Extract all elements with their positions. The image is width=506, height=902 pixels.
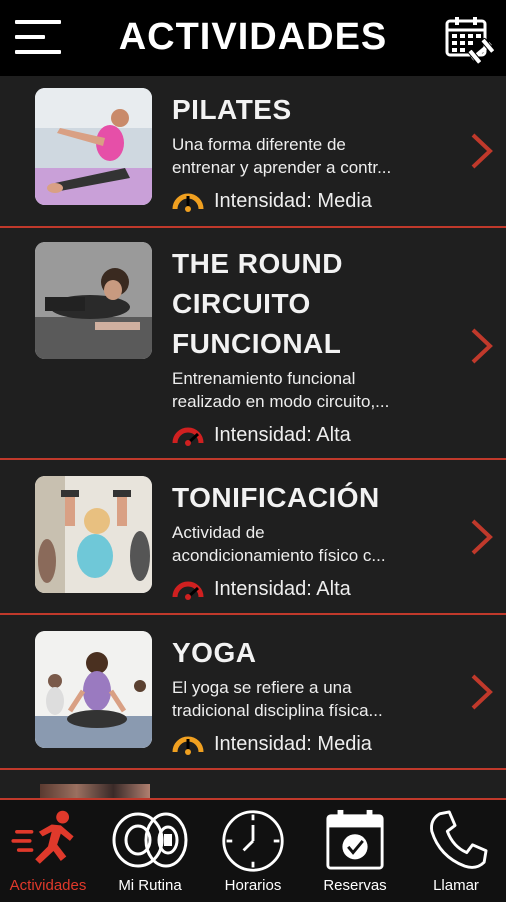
activity-list: PILATES Una forma diferente de entrenar … [0,76,506,798]
chevron-right-icon[interactable] [468,131,496,171]
activity-description-line-1: Entrenamiento funcional [172,369,356,388]
tab-reservas[interactable]: Reservas [305,800,405,902]
tab-mi-rutina[interactable]: Mi Rutina [100,800,200,902]
tab-llamar[interactable]: Llamar [406,800,506,902]
chevron-right-icon[interactable] [468,326,496,366]
activity-description: Entrenamiento funcional realizado en mod… [172,367,442,413]
activity-title-line-3: FUNCIONAL [172,328,342,359]
tab-horarios[interactable]: Horarios [203,800,303,902]
intensity-indicator: Intensidad: Alta [172,422,351,448]
activity-description-line-1: Una forma diferente de [172,135,346,154]
activity-description-line-2: realizado en modo circuito,... [172,392,390,411]
activity-description: Una forma diferente de entrenar y aprend… [172,133,442,179]
intensity-label: Intensidad: Media [214,732,372,755]
activity-description-line-2: entrenar y aprender a contr... [172,158,392,177]
tab-label: Mi Rutina [118,877,182,894]
tab-actividades[interactable]: Actividades [0,800,96,902]
gauge-medium-icon [172,193,204,212]
phone-icon [430,810,488,869]
gauge-high-icon [172,581,204,600]
weight-plates-icon [112,812,188,868]
activity-title: PILATES [172,94,292,125]
intensity-label: Intensidad: Media [214,189,372,212]
intensity-label: Intensidad: Alta [214,423,351,446]
yoga-thumbnail [35,631,152,748]
activity-description-line-2: tradicional disciplina física... [172,701,383,720]
gauge-high-icon [172,427,204,446]
activity-description-line-1: El yoga se refiere a una [172,678,352,697]
activity-title: YOGA [172,637,257,668]
activity-description: Actividad de acondicionamiento físico c.… [172,521,442,567]
gauge-medium-icon [172,736,204,755]
clock-icon [222,810,284,872]
activity-title-line-2: CIRCUITO [172,288,311,319]
intensity-indicator: Intensidad: Media [172,731,372,757]
running-man-icon [11,810,74,864]
activity-description-line-2: acondicionamiento físico c... [172,546,386,565]
activity-title-line-1: THE ROUND [172,248,343,279]
bottom-tab-bar: Actividades Mi Rutina Horarios Reservas … [0,798,506,902]
list-item-the-round[interactable]: THE ROUND CIRCUITO FUNCIONAL Entrenamien… [0,228,506,460]
intensity-label: Intensidad: Alta [214,577,351,600]
calendar-check-icon [326,809,384,870]
tab-label: Horarios [224,877,282,894]
list-item-yoga[interactable]: YOGA El yoga se refiere a una tradiciona… [0,615,506,770]
tab-label: Reservas [323,877,387,894]
tonificacion-thumbnail [35,476,152,593]
activity-description-line-1: Actividad de [172,523,265,542]
calendar-dumbbell-icon[interactable] [444,14,494,64]
chevron-right-icon[interactable] [468,672,496,712]
list-item-pilates[interactable]: PILATES Una forma diferente de entrenar … [0,76,506,228]
tab-label: Llamar [433,877,479,894]
activity-description: El yoga se refiere a una tradicional dis… [172,676,442,722]
pilates-thumbnail [35,88,152,205]
activity-title: THE ROUND CIRCUITO FUNCIONAL [172,244,452,364]
intensity-indicator: Intensidad: Media [172,188,372,214]
next-item-thumbnail-partial [40,784,150,798]
tab-label: Actividades [9,877,87,894]
intensity-indicator: Intensidad: Alta [172,576,351,602]
page-title: ACTIVIDADES [118,16,388,58]
the-round-thumbnail [35,242,152,359]
list-item-tonificacion[interactable]: TONIFICACIÓN Actividad de acondicionamie… [0,460,506,615]
top-bar: ACTIVIDADES [0,0,506,76]
activity-title: TONIFICACIÓN [172,482,380,513]
chevron-right-icon[interactable] [468,517,496,557]
